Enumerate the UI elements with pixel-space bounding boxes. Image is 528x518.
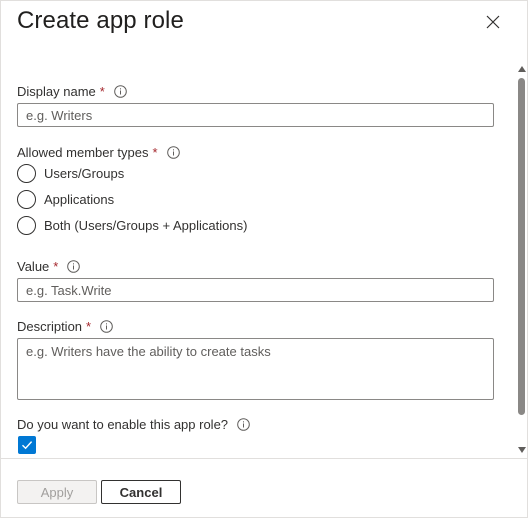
vertical-scrollbar[interactable] bbox=[515, 61, 528, 457]
scroll-thumb[interactable] bbox=[518, 78, 525, 415]
page-title: Create app role bbox=[17, 7, 184, 34]
value-label-row: Value * bbox=[17, 257, 81, 275]
display-name-placeholder: e.g. Writers bbox=[26, 107, 93, 123]
close-icon bbox=[486, 15, 500, 29]
enable-label: Do you want to enable this app role? bbox=[17, 416, 229, 432]
footer-divider bbox=[1, 458, 528, 459]
radio-circle[interactable] bbox=[17, 163, 36, 183]
info-icon[interactable] bbox=[166, 145, 180, 159]
required-asterisk: * bbox=[99, 83, 105, 99]
radio-users-groups[interactable]: Users/Groups bbox=[17, 163, 124, 183]
cancel-button[interactable]: Cancel bbox=[101, 480, 181, 504]
display-name-label-row: Display name * bbox=[17, 82, 127, 100]
display-name-input[interactable]: e.g. Writers bbox=[17, 103, 494, 127]
display-name-label: Display name bbox=[17, 83, 96, 99]
enable-label-row: Do you want to enable this app role? bbox=[17, 415, 250, 433]
radio-label: Applications bbox=[44, 191, 115, 207]
checkmark-icon bbox=[22, 441, 33, 450]
value-label: Value bbox=[17, 258, 50, 274]
scroll-down-arrow-icon[interactable] bbox=[518, 447, 526, 453]
radio-label: Users/Groups bbox=[44, 165, 125, 181]
apply-button[interactable]: Apply bbox=[17, 480, 97, 504]
info-icon[interactable] bbox=[67, 259, 81, 273]
radio-applications[interactable]: Applications bbox=[17, 189, 114, 209]
member-types-label-row: Allowed member types * bbox=[17, 143, 180, 161]
close-button[interactable] bbox=[483, 12, 503, 32]
required-asterisk: * bbox=[152, 144, 158, 160]
required-asterisk: * bbox=[86, 318, 92, 334]
info-icon[interactable] bbox=[114, 84, 127, 98]
description-textarea[interactable]: e.g. Writers have the ability to create … bbox=[17, 338, 494, 400]
info-icon[interactable] bbox=[237, 417, 250, 431]
value-placeholder: e.g. Task.Write bbox=[26, 282, 112, 298]
description-label-row: Description * bbox=[17, 317, 113, 335]
info-icon[interactable] bbox=[100, 319, 113, 333]
radio-label: Both (Users/Groups + Applications) bbox=[44, 217, 248, 233]
value-input[interactable]: e.g. Task.Write bbox=[17, 278, 494, 302]
description-placeholder: e.g. Writers have the ability to create … bbox=[26, 344, 271, 359]
member-types-label: Allowed member types bbox=[17, 144, 149, 160]
description-label: Description bbox=[17, 318, 83, 334]
radio-both[interactable]: Both (Users/Groups + Applications) bbox=[17, 215, 247, 235]
enable-checkbox[interactable] bbox=[18, 436, 36, 454]
radio-circle[interactable] bbox=[17, 189, 36, 209]
required-asterisk: * bbox=[53, 258, 59, 274]
form-scroll-area: Display name * e.g. Writers Allowed memb… bbox=[1, 61, 515, 457]
scroll-up-arrow-icon[interactable] bbox=[518, 66, 526, 72]
create-app-role-panel: Create app role Display name * e.g. Writ… bbox=[0, 0, 528, 518]
radio-circle[interactable] bbox=[17, 215, 36, 235]
